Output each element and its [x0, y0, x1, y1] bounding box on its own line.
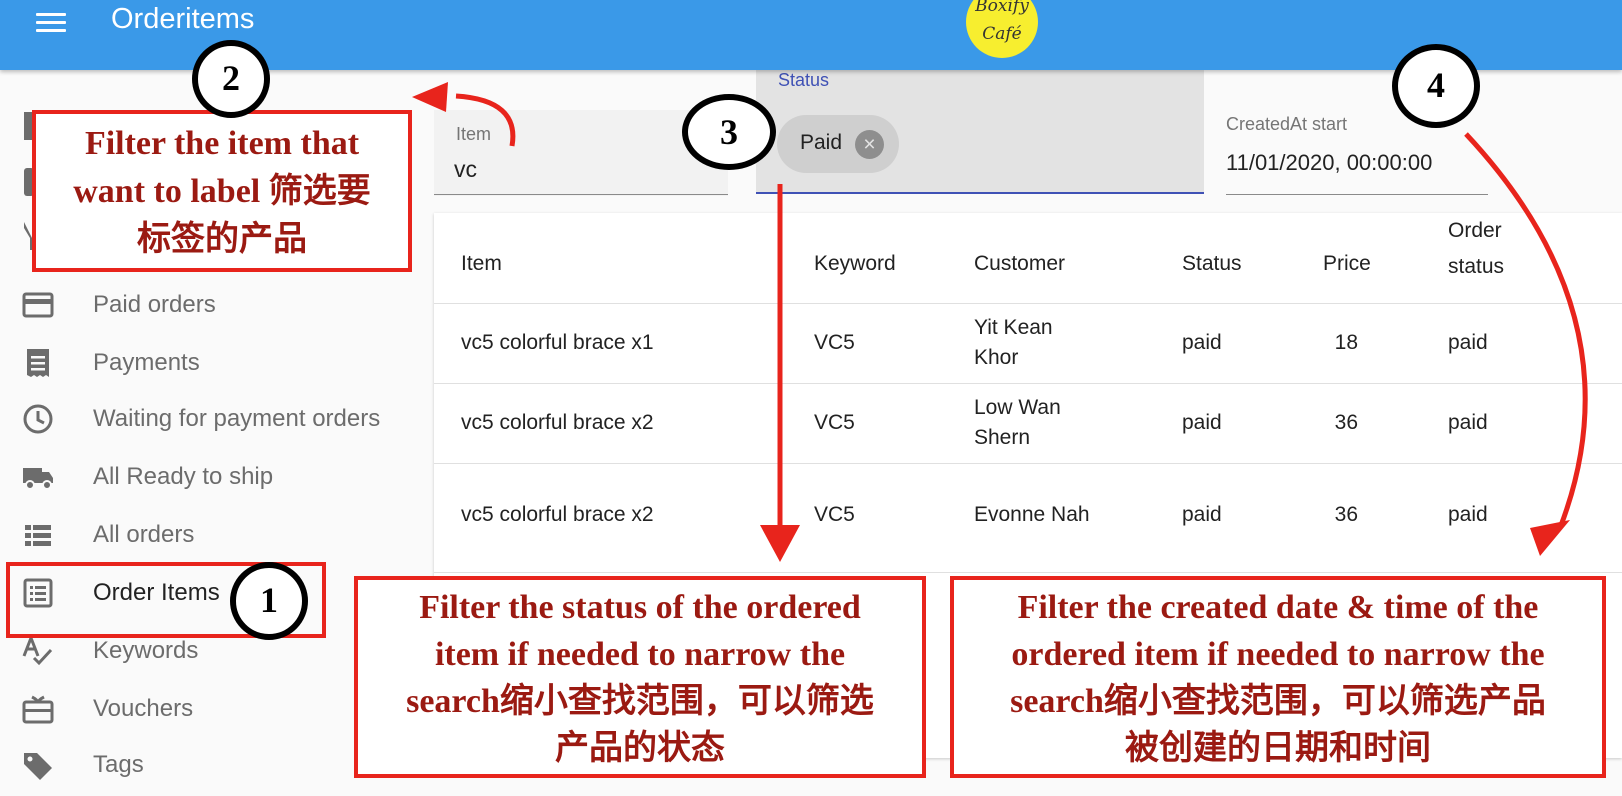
table-row[interactable]: vc5 colorful brace x1 VC5 Yit Kean Khor p…	[434, 303, 1622, 383]
gift-card-icon	[22, 695, 54, 724]
cell-item: vc5 colorful brace x1	[461, 331, 654, 354]
sidebar-item-label: Waiting for payment orders	[93, 405, 381, 432]
created-at-filter-label: CreatedAt start	[1226, 114, 1348, 134]
cell-customer: Evonne Nah	[974, 503, 1090, 526]
menu-icon[interactable]	[34, 6, 68, 40]
column-header-customer[interactable]: Customer	[974, 246, 1065, 282]
cell-item: vc5 colorful brace x2	[461, 411, 654, 434]
sidebar-item-payments[interactable]: Payments	[0, 334, 432, 392]
column-header-order-status[interactable]: Order status	[1448, 213, 1504, 285]
sidebar-item-label: Vouchers	[93, 695, 194, 722]
cell-item: vc5 colorful brace x2	[461, 503, 654, 526]
sidebar-item-label: Keywords	[93, 637, 199, 664]
credit-card-icon	[22, 292, 54, 318]
callout-item-filter: Filter the item that want to label 筛选要 标…	[32, 110, 412, 272]
sidebar-item-label: Payments	[93, 349, 200, 376]
truck-icon	[23, 468, 53, 490]
sidebar-item-label: All Ready to ship	[93, 463, 274, 490]
callout-date-filter: Filter the created date & time of the or…	[950, 576, 1606, 778]
cell-order-status: paid	[1448, 411, 1488, 434]
brand-logo: Boxify Café	[966, 0, 1038, 58]
table-row[interactable]: vc5 colorful brace x2 VC5 Evonne Nah pai…	[434, 463, 1622, 573]
status-chip-paid[interactable]: Paid ×	[777, 115, 899, 173]
cell-customer: Yit Kean Khor	[974, 316, 1053, 369]
status-chip-label: Paid	[800, 131, 843, 154]
created-at-filter-input[interactable]: 11/01/2020, 00:00:00	[1226, 150, 1432, 176]
item-filter-underline	[434, 194, 728, 195]
column-header-status[interactable]: Status	[1182, 246, 1242, 282]
spellcheck-icon	[22, 636, 53, 666]
table-row[interactable]: vc5 colorful brace x2 VC5 Low Wan Shern p…	[434, 383, 1622, 463]
cell-keyword: VC5	[814, 331, 855, 354]
cell-customer: Low Wan Shern	[974, 396, 1061, 449]
item-filter-label: Item	[456, 124, 492, 144]
receipt-icon	[27, 349, 49, 377]
sidebar-item-label: Paid orders	[93, 291, 216, 318]
created-at-filter-underline	[1226, 194, 1488, 195]
list-box-icon	[23, 578, 53, 608]
chip-remove-icon[interactable]: ×	[855, 130, 884, 159]
sidebar-item-label: Order Items	[93, 579, 220, 606]
column-header-keyword[interactable]: Keyword	[814, 246, 896, 282]
status-filter-underline	[756, 192, 1204, 194]
clock-icon	[23, 404, 53, 434]
column-header-price[interactable]: Price	[1323, 246, 1371, 282]
cell-keyword: VC5	[814, 411, 855, 434]
sidebar-item-label: All orders	[93, 521, 195, 548]
tag-icon	[24, 753, 52, 780]
sidebar-item-ready-to-ship[interactable]: All Ready to ship	[0, 448, 432, 506]
list-icon	[25, 525, 51, 546]
callout-status-filter: Filter the status of the ordered item if…	[354, 576, 926, 778]
status-filter-field[interactable]: Status Paid ×	[756, 70, 1204, 194]
cell-keyword: VC5	[814, 503, 855, 526]
cell-status: paid	[1182, 331, 1222, 354]
step-badge-3: 3	[682, 94, 776, 170]
cell-price: 36	[1334, 411, 1358, 434]
page-title: Orderitems	[111, 3, 255, 35]
cell-status: paid	[1182, 411, 1222, 434]
step-badge-4: 4	[1392, 44, 1480, 128]
cell-order-status: paid	[1448, 331, 1488, 354]
status-filter-label: Status	[778, 70, 830, 90]
cell-price: 36	[1334, 503, 1358, 526]
sidebar-item-waiting-payment[interactable]: Waiting for payment orders	[0, 390, 432, 448]
item-filter-input[interactable]: vc	[454, 156, 477, 183]
step-badge-2: 2	[192, 40, 270, 118]
sidebar-item-all-orders[interactable]: All orders	[0, 506, 432, 564]
column-header-item[interactable]: Item	[461, 246, 502, 282]
sidebar-item-paid-orders[interactable]: Paid orders	[0, 276, 432, 334]
cell-status: paid	[1182, 503, 1222, 526]
sidebar-item-label: Tags	[93, 751, 144, 778]
step-badge-1: 1	[230, 562, 308, 640]
cell-order-status: paid	[1448, 503, 1488, 526]
cell-price: 18	[1334, 331, 1358, 354]
